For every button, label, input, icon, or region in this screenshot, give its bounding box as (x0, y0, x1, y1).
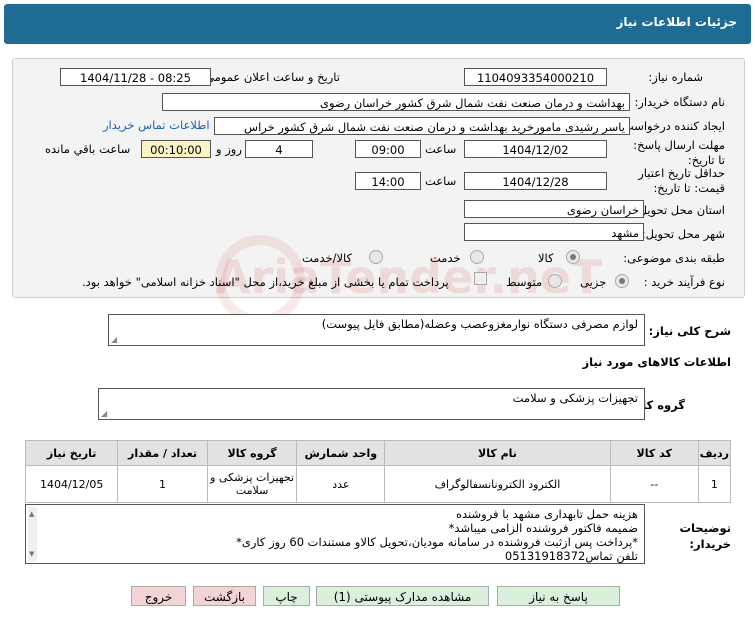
buyer-note-line: ضمیمه فاکتور فروشنده الزامی میباشد* (448, 521, 638, 535)
description-label: شرح کلی نیاز: (648, 324, 731, 338)
days-field: 4 (245, 140, 313, 158)
announce-datetime-label: تاریخ و ساعت اعلان عمومی: (201, 70, 340, 84)
category-option-service: خدمت (430, 251, 461, 265)
goods-group-field: تجهیزات پزشکی و سلامت ◢ (98, 388, 645, 420)
category-label: طبقه بندی موضوعی: (623, 251, 725, 265)
reply-button[interactable]: پاسخ به نیاز (497, 586, 620, 606)
buyer-org-label: نام دستگاه خریدار: (634, 95, 725, 109)
col-unit: واحد شمارش (296, 440, 386, 466)
category-radio-goods-service[interactable] (369, 250, 383, 264)
cell-goods-name: الکترود الکترونانسفالوگراف (384, 465, 611, 503)
goods-table: ردیف کد کالا نام کالا واحد شمارش گروه کا… (24, 440, 732, 503)
send-deadline-label: مهلت ارسال پاسخ: تا تاریخ: (633, 138, 725, 167)
cell-quantity: 1 (117, 465, 208, 503)
city-field: مشهد (464, 223, 644, 241)
back-button[interactable]: بازگشت (193, 586, 256, 606)
need-number-field: 1104093354000210 (464, 68, 607, 86)
requester-label: ایجاد کننده درخواست: (619, 119, 725, 133)
table-row: 1 -- الکترود الکترونانسفالوگراف عدد تجهی… (24, 465, 732, 503)
scroll-down-icon[interactable]: ▼ (29, 547, 34, 561)
province-field: خراسان رضوی (464, 200, 644, 218)
print-button[interactable]: چاپ (263, 586, 310, 606)
days-label: روز و (216, 142, 242, 156)
remaining-time-field: 00:10:00 (141, 140, 211, 158)
category-option-goods-service: کالا/خدمت (302, 251, 353, 265)
notes-scrollbar[interactable]: ▲ ▼ (28, 507, 37, 561)
buyer-note-line: هزینه حمل تابهداری مشهد با فروشنده (455, 507, 638, 521)
cell-row-number: 1 (697, 465, 732, 503)
buyer-notes-field: هزینه حمل تابهداری مشهد با فروشنده ضمیمه… (25, 504, 645, 564)
remaining-label: ساعت باقي مانده (45, 142, 131, 156)
buyer-contact-link[interactable]: اطلاعات تماس خریدار (103, 118, 210, 132)
buyer-note-line: *پرداخت پس ازثبت فروشنده در سامانه مودیا… (236, 535, 638, 549)
category-radio-goods[interactable] (566, 250, 580, 264)
exit-button[interactable]: خروج (131, 586, 186, 606)
province-label: استان محل تحویل: (634, 203, 725, 217)
validity-time-label: ساعت (425, 174, 457, 188)
process-radio-medium[interactable] (548, 274, 562, 288)
resize-grip-icon[interactable]: ◢ (111, 335, 117, 344)
category-option-goods: کالا (538, 251, 554, 265)
description-field: لوازم مصرفی دستگاه نوارمغزوعصب وعضله(مطا… (108, 314, 645, 346)
col-goods-name: نام کالا (384, 440, 611, 466)
validity-label: حداقل تاریخ اعتبار قیمت: تا تاریخ: (638, 166, 725, 195)
send-date-field: 1404/12/02 (464, 140, 607, 158)
cell-goods-group: تجهیزات پزشکی و سلامت (206, 465, 298, 503)
treasury-payment-checkbox[interactable] (474, 272, 487, 285)
send-time-field: 09:00 (355, 140, 421, 158)
announce-datetime-field: 1404/11/28 - 08:25 (60, 68, 211, 86)
col-need-date: تاریخ نیاز (24, 440, 119, 466)
description-text: لوازم مصرفی دستگاه نوارمغزوعصب وعضله(مطا… (321, 317, 638, 331)
col-quantity: تعداد / مقدار (117, 440, 208, 466)
goods-info-title: اطلاعات کالاهای مورد نیاز (582, 355, 731, 369)
buyer-note-line: تلفن تماس05131918372 (504, 549, 638, 563)
cell-need-date: 1404/12/05 (24, 465, 119, 503)
page-title: جزئیات اطلاعات نیاز (616, 15, 737, 29)
buyer-notes-label: توضیحات خریدار: (679, 521, 732, 551)
treasury-payment-note: پرداخت تمام یا بخشی از مبلغ خرید،از محل … (82, 275, 449, 289)
resize-grip-icon[interactable]: ◢ (101, 409, 107, 418)
col-row-number: ردیف (697, 440, 732, 466)
process-option-minor: جزیی (580, 275, 607, 289)
cell-goods-code: -- (609, 465, 699, 503)
table-header-row: ردیف کد کالا نام کالا واحد شمارش گروه کا… (24, 440, 732, 466)
col-goods-group: گروه کالا (206, 440, 298, 466)
category-radio-service[interactable] (470, 250, 484, 264)
validity-time-field: 14:00 (355, 172, 421, 190)
process-radio-minor[interactable] (615, 274, 629, 288)
requester-field: یاسر رشیدی مامورخرید بهداشت و درمان صنعت… (214, 117, 630, 135)
send-time-label: ساعت (425, 142, 457, 156)
city-label: شهر محل تحویل: (641, 227, 725, 241)
need-number-label: شماره نیاز: (648, 70, 703, 84)
buyer-org-field: بهداشت و درمان صنعت نفت شمال شرق کشور خر… (162, 93, 630, 111)
view-attachments-button[interactable]: مشاهده مدارک پیوستی (1) (316, 586, 489, 606)
process-label: نوع فرآیند خرید : (643, 275, 725, 289)
page-header: جزئیات اطلاعات نیاز (4, 4, 751, 44)
cell-unit: عدد (296, 465, 386, 503)
col-goods-code: کد کالا (609, 440, 699, 466)
process-option-medium: متوسط (506, 275, 543, 289)
scroll-up-icon[interactable]: ▲ (29, 507, 34, 521)
goods-group-text: تجهیزات پزشکی و سلامت (512, 391, 638, 405)
validity-date-field: 1404/12/28 (464, 172, 607, 190)
